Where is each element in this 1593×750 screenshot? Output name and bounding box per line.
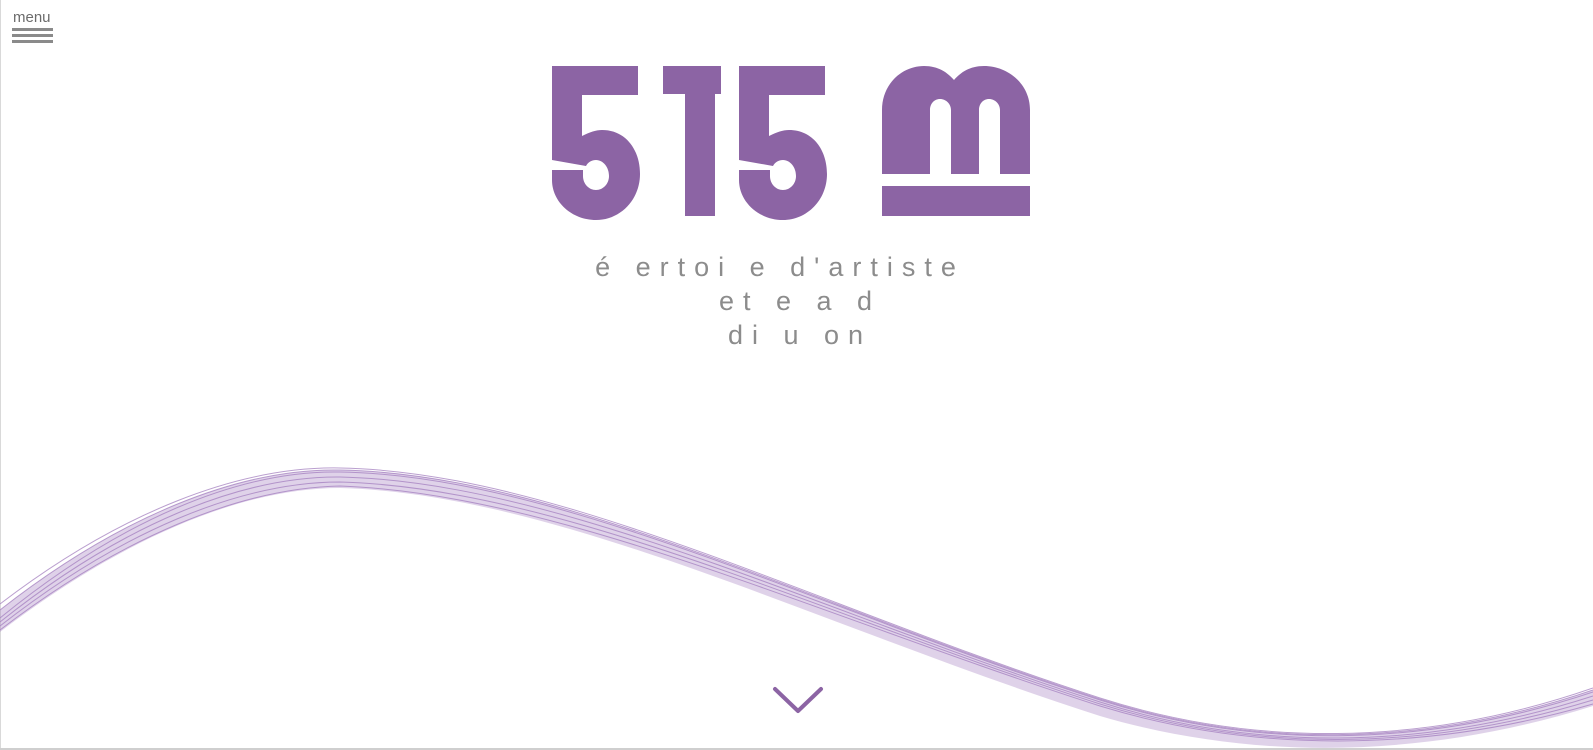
menu-button[interactable]: menu <box>12 9 54 51</box>
menu-label: menu <box>13 9 51 26</box>
page: menu é ertoi e d'artiste et e a d di u o… <box>0 0 1593 750</box>
chevron-down-icon[interactable] <box>772 686 824 716</box>
hamburger-icon <box>12 28 54 43</box>
tagline-line-3: di u on <box>727 320 873 350</box>
logo-515m <box>552 66 1030 220</box>
tagline: é ertoi e d'artiste et e a d di u on <box>540 250 1060 352</box>
tagline-line-1: é ertoi e d'artiste <box>595 252 965 282</box>
tagline-line-2: et e a d <box>718 286 882 316</box>
